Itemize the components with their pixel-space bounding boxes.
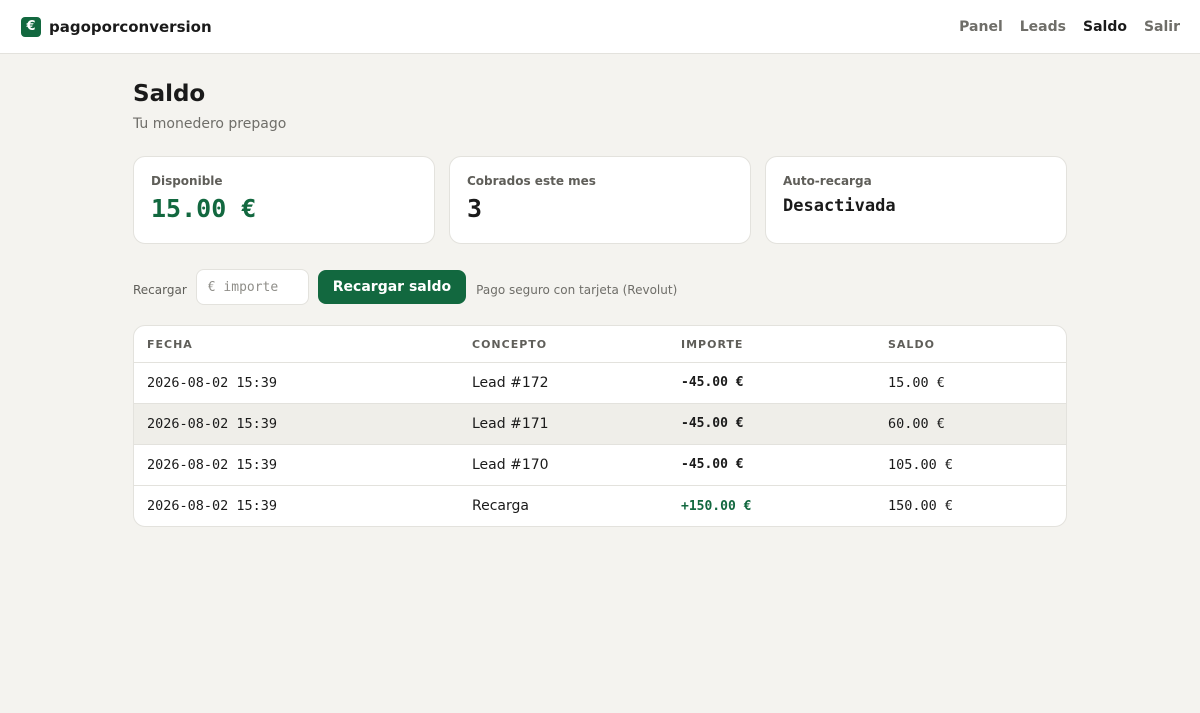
recharge-balance-button[interactable]: Recargar saldo bbox=[317, 270, 467, 305]
column-header-concepto: CONCEPTO bbox=[459, 326, 668, 363]
nav-link-panel[interactable]: Panel bbox=[959, 19, 1003, 35]
cell-fecha: 2026-08-02 15:39 bbox=[134, 444, 459, 486]
table-row: 2026-08-02 15:39 Lead #172 -45.00 € 15.0… bbox=[134, 362, 1066, 404]
available-balance-card: Disponible 15.00 € bbox=[133, 156, 435, 245]
cell-saldo: 150.00 € bbox=[888, 498, 954, 515]
cell-importe: +150.00 € bbox=[681, 498, 752, 514]
recharge-form: Recargar Recargar saldo Pago seguro con … bbox=[133, 269, 1067, 306]
cell-concepto: Lead #170 bbox=[459, 444, 668, 486]
column-header-saldo: SALDO bbox=[875, 326, 1066, 363]
amount-input[interactable] bbox=[195, 269, 309, 306]
cell-concepto: Lead #171 bbox=[459, 403, 668, 445]
table-row: 2026-08-02 15:39 Lead #170 -45.00 € 105.… bbox=[134, 444, 1066, 486]
secure-payment-note: Pago seguro con tarjeta (Revolut) bbox=[476, 283, 678, 298]
brand-name: pagoporconversion bbox=[49, 17, 212, 36]
card-label: Disponible bbox=[151, 174, 223, 189]
cell-importe: -45.00 € bbox=[668, 444, 875, 486]
cell-saldo: 60.00 € bbox=[875, 403, 1066, 445]
table-row: 2026-08-02 15:39 Recarga +150.00 € 150.0… bbox=[134, 485, 1066, 526]
charged-this-month-card: Cobrados este mes 3 bbox=[449, 156, 751, 245]
cell-concepto: Lead #172 bbox=[459, 362, 668, 404]
summary-cards: Disponible 15.00 € Cobrados este mes 3 A… bbox=[133, 156, 1067, 245]
column-header-importe: IMPORTE bbox=[668, 326, 875, 363]
page-title: Saldo bbox=[133, 81, 206, 107]
cell-importe: -45.00 € bbox=[668, 403, 875, 445]
cell-fecha: 2026-08-02 15:39 bbox=[134, 362, 459, 404]
top-navbar: € pagoporconversion Panel Leads Saldo Sa… bbox=[0, 0, 1200, 54]
nav-link-salir[interactable]: Salir bbox=[1144, 19, 1180, 35]
card-label: Auto-recarga bbox=[783, 174, 872, 189]
euro-logo-icon: € bbox=[21, 16, 41, 37]
transactions-table: FECHA CONCEPTO IMPORTE SALDO 2026-08-02 … bbox=[133, 325, 1067, 528]
table-header-row: FECHA CONCEPTO IMPORTE SALDO bbox=[134, 326, 1066, 363]
cell-fecha: 2026-08-02 15:39 bbox=[134, 403, 459, 445]
page-subtitle: Tu monedero prepago bbox=[133, 116, 287, 133]
brand[interactable]: € pagoporconversion bbox=[21, 16, 212, 37]
column-header-fecha: FECHA bbox=[134, 326, 459, 363]
cell-importe: -45.00 € bbox=[668, 362, 875, 404]
recharge-label: Recargar bbox=[133, 283, 187, 298]
main-content: Saldo Tu monedero prepago Disponible 15.… bbox=[133, 54, 1067, 528]
nav-link-leads[interactable]: Leads bbox=[1020, 19, 1066, 35]
cell-fecha: 2026-08-02 15:39 bbox=[147, 498, 278, 515]
cell-concepto: Recarga bbox=[472, 498, 529, 515]
main-nav: Panel Leads Saldo Salir bbox=[959, 19, 1180, 35]
auto-recharge-status: Desactivada bbox=[783, 196, 896, 217]
auto-recharge-card: Auto-recarga Desactivada bbox=[765, 156, 1067, 245]
table-row: 2026-08-02 15:39 Lead #171 -45.00 € 60.0… bbox=[134, 403, 1066, 445]
available-balance-value: 15.00 € bbox=[151, 194, 257, 224]
cell-saldo: 15.00 € bbox=[875, 362, 1066, 404]
card-label: Cobrados este mes bbox=[467, 174, 596, 189]
nav-link-saldo[interactable]: Saldo bbox=[1083, 19, 1127, 35]
cell-saldo: 105.00 € bbox=[875, 444, 1066, 486]
charged-this-month-value: 3 bbox=[467, 194, 483, 224]
